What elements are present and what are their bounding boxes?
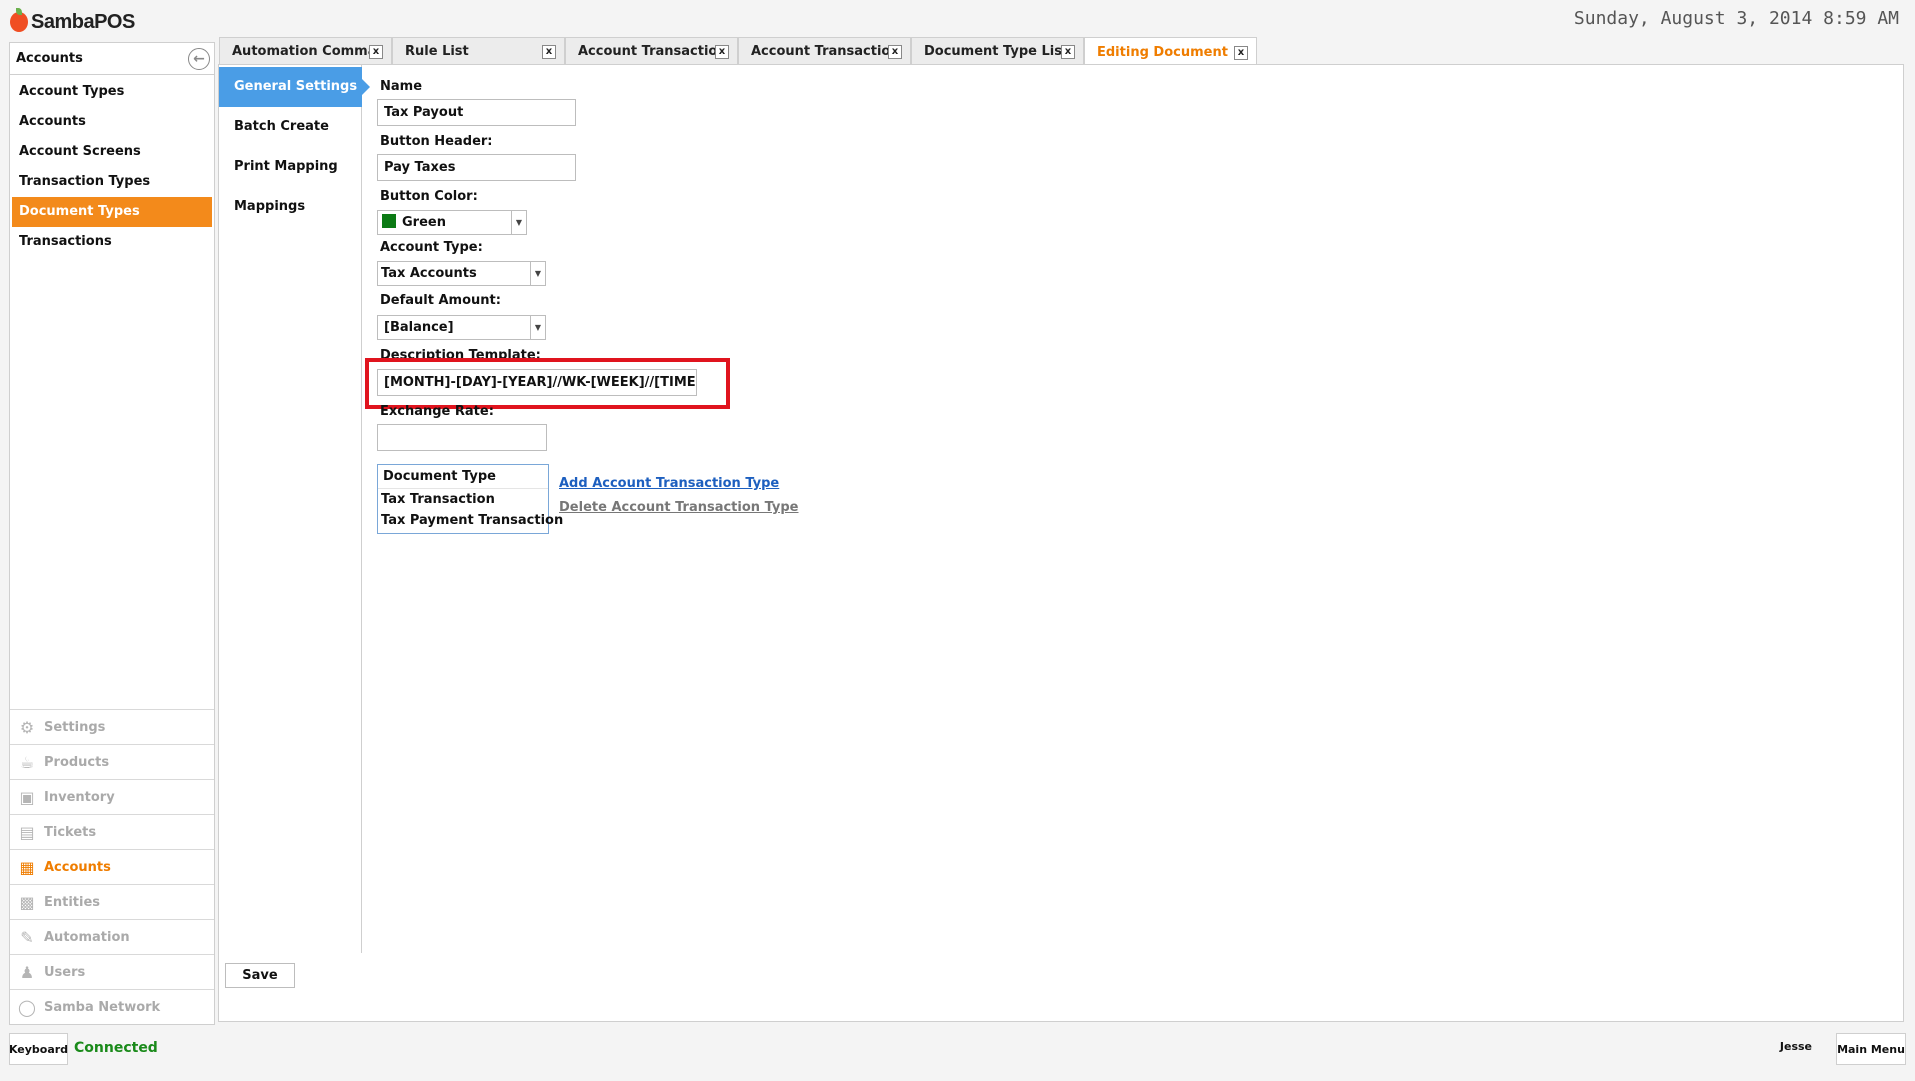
name-label: Name	[380, 79, 423, 94]
nav-item-transaction-types[interactable]: Transaction Types	[12, 167, 212, 197]
chevron-down-icon[interactable]: ▼	[511, 211, 526, 234]
list-item[interactable]: Tax Transaction	[378, 489, 548, 510]
exchange-rate-label: Exchange Rate:	[380, 404, 494, 419]
close-icon[interactable]: x	[715, 44, 729, 59]
close-icon[interactable]: x	[369, 44, 383, 59]
tab-editing-document-type[interactable]: Editing Document Type x	[1084, 37, 1257, 67]
gear-icon: ⚙	[19, 717, 35, 737]
tab-label: Document Type List	[924, 44, 1061, 59]
main-content: General Settings Batch Create Print Mapp…	[218, 64, 1904, 1022]
back-arrow-icon[interactable]: ←	[188, 47, 210, 70]
nav-item-transactions[interactable]: Transactions	[12, 227, 212, 257]
chevron-down-icon[interactable]: ▼	[530, 316, 545, 339]
close-icon[interactable]: x	[1234, 45, 1248, 60]
module-settings[interactable]: ⚙ Settings	[10, 709, 214, 744]
module-entities[interactable]: ▩ Entities	[10, 884, 214, 919]
module-label: Entities	[44, 894, 101, 910]
account-type-value: Tax Accounts	[381, 266, 477, 281]
subnav-batch-create[interactable]: Batch Create	[219, 107, 361, 147]
button-color-value: Green	[402, 215, 446, 230]
nav-item-account-screens[interactable]: Account Screens	[12, 137, 212, 167]
datetime-display: Sunday, August 3, 2014 8:59 AM	[1573, 8, 1899, 29]
transaction-type-list: Document Type Tax Transaction Tax Paymen…	[377, 464, 563, 534]
account-type-label: Account Type:	[380, 240, 483, 255]
left-navigation-panel: Accounts ← Account Types Accounts Accoun…	[9, 42, 215, 1025]
module-label: Inventory	[44, 789, 115, 805]
default-amount-label: Default Amount:	[380, 293, 501, 308]
logo-text: SambaPOS	[31, 10, 135, 33]
list-item[interactable]: Tax Payment Transaction	[378, 510, 563, 531]
section-subnav: General Settings Batch Create Print Mapp…	[219, 65, 370, 953]
close-icon[interactable]: x	[542, 44, 556, 59]
nav-item-account-types[interactable]: Account Types	[12, 77, 212, 107]
tab-automation-commands[interactable]: Automation Commands x	[219, 37, 392, 65]
coffee-cup-icon: ☕	[19, 752, 35, 772]
tomato-logo-icon	[10, 8, 28, 32]
close-icon[interactable]: x	[888, 44, 902, 59]
left-panel-items: Account Types Accounts Account Screens T…	[10, 75, 214, 257]
name-input[interactable]: Tax Payout	[377, 99, 576, 126]
module-automation[interactable]: ✎ Automation	[10, 919, 214, 954]
connection-status: Connected	[74, 1040, 158, 1056]
sambapos-logo: SambaPOS	[10, 8, 135, 36]
tab-label: Editing Document Type	[1097, 45, 1232, 60]
left-panel-title: Accounts	[16, 51, 83, 66]
module-users[interactable]: ♟ Users	[10, 954, 214, 989]
delete-account-transaction-type-link[interactable]: Delete Account Transaction Type	[559, 500, 799, 515]
main-menu-button[interactable]: Main Menu	[1836, 1033, 1906, 1065]
module-label: Users	[44, 964, 86, 980]
books-icon: ▤	[19, 822, 35, 842]
subnav-print-mapping[interactable]: Print Mapping	[219, 147, 361, 187]
save-button[interactable]: Save	[225, 963, 295, 988]
module-label: Products	[44, 754, 110, 770]
current-user: Jesse	[1779, 1040, 1812, 1053]
module-accounts[interactable]: ▦ Accounts	[10, 849, 214, 884]
default-amount-select[interactable]: [Balance] ▼	[377, 315, 546, 340]
left-panel-header: Accounts ←	[10, 43, 214, 75]
module-label: Tickets	[44, 824, 97, 840]
calculator-icon: ▦	[19, 857, 35, 877]
globe-icon: ◯	[18, 997, 36, 1017]
red-highlight-annotation	[365, 358, 730, 409]
nav-item-accounts[interactable]: Accounts	[12, 107, 212, 137]
button-header-input[interactable]: Pay Taxes	[377, 154, 576, 181]
pen-icon: ✎	[20, 927, 34, 947]
module-products[interactable]: ☕ Products	[10, 744, 214, 779]
green-color-swatch	[382, 214, 396, 228]
user-icon: ♟	[19, 962, 35, 982]
account-type-select[interactable]: Tax Accounts ▼	[377, 261, 546, 286]
tab-rule-list[interactable]: Rule List x	[392, 37, 565, 65]
add-account-transaction-type-link[interactable]: Add Account Transaction Type	[559, 476, 779, 491]
default-amount-value: [Balance]	[384, 320, 454, 335]
module-list: ⚙ Settings ☕ Products ▣ Inventory ▤ Tick…	[10, 709, 214, 1024]
button-header-label: Button Header:	[380, 134, 493, 149]
module-inventory[interactable]: ▣ Inventory	[10, 779, 214, 814]
tab-label: Account Transaction	[578, 44, 715, 59]
tab-label: Rule List	[405, 44, 469, 59]
list-header: Document Type	[378, 465, 548, 489]
module-label: Settings	[44, 719, 106, 735]
table-icon: ▩	[19, 892, 35, 912]
tab-account-transaction-1[interactable]: Account Transaction x	[565, 37, 738, 65]
button-color-label: Button Color:	[380, 189, 478, 204]
chevron-down-icon[interactable]: ▼	[530, 262, 545, 285]
close-icon[interactable]: x	[1061, 44, 1075, 59]
tab-account-transaction-2[interactable]: Account Transaction x	[738, 37, 911, 65]
document-tabs: Automation Commands x Rule List x Accoun…	[219, 37, 1257, 67]
button-color-select[interactable]: Green ▼	[377, 210, 527, 235]
nav-item-document-types[interactable]: Document Types	[12, 197, 212, 227]
keyboard-button[interactable]: Keyboard	[9, 1033, 68, 1065]
module-label: Accounts	[44, 859, 111, 875]
tab-label: Account Transaction	[751, 44, 888, 59]
module-label: Samba Network	[44, 999, 161, 1015]
tab-document-type-list[interactable]: Document Type List x	[911, 37, 1084, 65]
tab-label: Automation Commands	[232, 44, 369, 59]
module-label: Automation	[44, 929, 130, 945]
boxes-icon: ▣	[19, 787, 35, 807]
subnav-mappings[interactable]: Mappings	[219, 187, 361, 227]
module-samba-network[interactable]: ◯ Samba Network	[10, 989, 214, 1024]
module-tickets[interactable]: ▤ Tickets	[10, 814, 214, 849]
subnav-general-settings[interactable]: General Settings	[219, 67, 370, 107]
exchange-rate-input[interactable]	[377, 424, 547, 451]
